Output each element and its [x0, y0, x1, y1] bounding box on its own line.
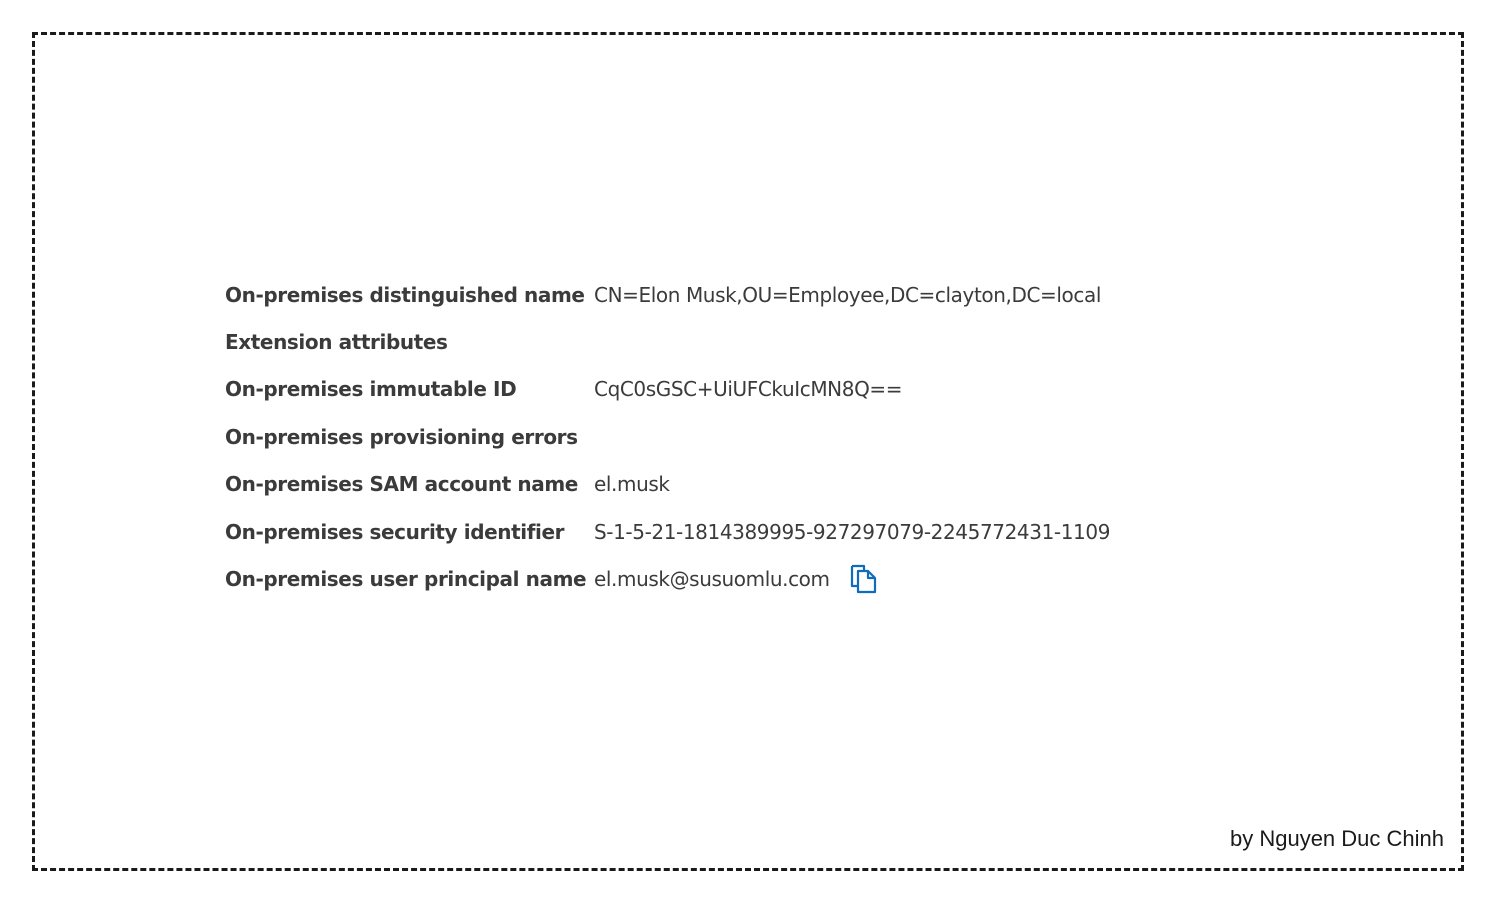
- property-value-wrapper: el.musk@susuomlu.com: [594, 564, 878, 594]
- property-label: On-premises user principal name: [225, 567, 587, 592]
- property-value: S-1-5-21-1814389995-927297079-2245772431…: [594, 519, 1111, 544]
- property-value: el.musk: [594, 472, 670, 497]
- property-value: CqC0sGSC+UiUFCkuIcMN8Q==: [594, 377, 903, 402]
- property-label: On-premises provisioning errors: [225, 424, 578, 449]
- property-row-security-identifier: On-premises security identifier S-1-5-21…: [225, 508, 1225, 555]
- property-label: On-premises security identifier: [225, 519, 565, 544]
- author-credit: by Nguyen Duc Chinh: [1229, 826, 1444, 851]
- copy-icon[interactable]: [850, 564, 878, 594]
- property-row-distinguished-name: On-premises distinguished name CN=Elon M…: [225, 271, 1225, 318]
- property-row-immutable-id: On-premises immutable ID CqC0sGSC+UiUFCk…: [225, 366, 1225, 413]
- property-label: On-premises SAM account name: [225, 472, 578, 497]
- property-label: On-premises immutable ID: [225, 377, 517, 402]
- property-label: Extension attributes: [225, 330, 448, 355]
- property-row-user-principal-name: On-premises user principal name el.musk@…: [225, 555, 1225, 602]
- property-row-provisioning-errors: On-premises provisioning errors: [225, 413, 1225, 460]
- property-row-sam-account-name: On-premises SAM account name el.musk: [225, 461, 1225, 508]
- property-value: el.musk@susuomlu.com: [594, 567, 830, 592]
- property-row-extension-attributes: Extension attributes: [225, 318, 1225, 365]
- properties-list: On-premises distinguished name CN=Elon M…: [225, 271, 1225, 603]
- property-label: On-premises distinguished name: [225, 282, 585, 307]
- property-value: CN=Elon Musk,OU=Employee,DC=clayton,DC=l…: [594, 282, 1101, 307]
